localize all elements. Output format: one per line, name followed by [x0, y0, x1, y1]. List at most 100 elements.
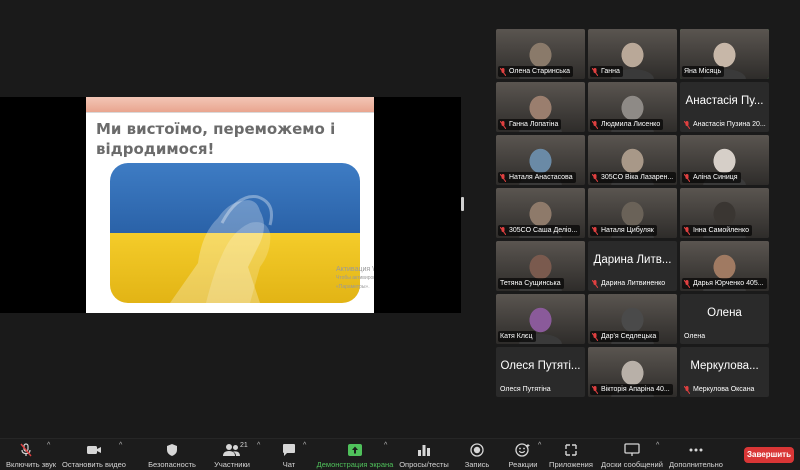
whiteboards-button[interactable]: Доски сообщений [600, 443, 664, 470]
participant-name: Дар'я Седлецька [601, 333, 657, 340]
ukraine-flag-hands-image [110, 163, 360, 303]
unmute-label: Включить звук [6, 460, 57, 469]
participants-options-chevron-icon[interactable]: ^ [257, 442, 260, 449]
record-icon [470, 443, 484, 457]
chat-bubble-icon [283, 444, 295, 456]
participant-tile[interactable]: Ганна [588, 29, 677, 79]
share-screen-button[interactable]: Демонстрация экрана [316, 443, 394, 470]
participant-tile[interactable]: Олена Олена [680, 294, 769, 344]
participant-name: Катя Клєц [500, 333, 533, 340]
participant-name: Яна Місяць [684, 68, 722, 75]
participant-tile[interactable]: Дарья Юрченко 405... [680, 241, 769, 291]
participant-tile[interactable]: Катя Клєц [496, 294, 585, 344]
watermark-title: Активация Windows [336, 266, 374, 273]
participant-tile[interactable]: Анастасія Пу... Анастасія Пузина 20... [680, 82, 769, 132]
participant-name: Вікторія Апаріна 40... [601, 386, 670, 393]
resize-handle[interactable] [461, 197, 464, 211]
stop-video-button[interactable]: Остановить видео [62, 443, 126, 470]
record-button[interactable]: Запись [462, 443, 492, 470]
security-label: Безопасность [148, 460, 196, 469]
participant-display-name: Олена [707, 307, 742, 319]
apps-button[interactable]: Приложения [548, 443, 594, 470]
reactions-button[interactable]: Реакции [506, 443, 540, 470]
reactions-options-chevron-icon[interactable]: ^ [538, 442, 541, 449]
participant-tile[interactable]: Олена Старинська [496, 29, 585, 79]
participant-tile[interactable]: 305СО Віка Лазарен... [588, 135, 677, 185]
participant-name-label: Ганна [590, 66, 623, 77]
participants-label: Участники [214, 460, 250, 469]
participant-name-label: Олена Старинська [498, 66, 574, 77]
participant-tile[interactable]: 305СО Саша Деліо... [496, 188, 585, 238]
whiteboards-options-chevron-icon[interactable]: ^ [656, 442, 659, 449]
polls-button[interactable]: Опросы/тесты [398, 443, 450, 470]
participant-name: 305СО Віка Лазарен... [601, 174, 674, 181]
participant-tile[interactable]: Вікторія Апаріна 40... [588, 347, 677, 397]
microphone-muted-icon [20, 443, 32, 457]
bar-chart-icon [418, 445, 430, 456]
more-button[interactable]: Дополнительно [668, 443, 724, 470]
microphone-muted-icon [684, 120, 690, 129]
share-screen-icon [348, 444, 362, 456]
shield-icon [167, 444, 177, 456]
microphone-muted-icon [500, 67, 506, 76]
participant-name: Тетяна Сущинська [500, 280, 561, 287]
apps-grid-icon [565, 444, 577, 456]
chat-button[interactable]: Чат [276, 443, 302, 470]
participant-name-label: Дарья Юрченко 405... [682, 278, 767, 289]
participant-name: Дарья Юрченко 405... [693, 280, 764, 287]
microphone-muted-icon [684, 279, 690, 288]
end-meeting-button[interactable]: Завершить [744, 447, 794, 463]
watermark-text: Чтобы активировать Windows, перейдите в … [336, 275, 374, 290]
participant-name-label: Вікторія Апаріна 40... [590, 384, 673, 395]
chat-options-chevron-icon[interactable]: ^ [303, 442, 306, 449]
participant-name-label: Олеся Путятіна [498, 384, 554, 395]
participant-name: Олеся Путятіна [500, 386, 551, 393]
participant-tile[interactable]: Ганна Лопатіна [496, 82, 585, 132]
video-options-chevron-icon[interactable]: ^ [119, 442, 122, 449]
polls-label: Опросы/тесты [399, 460, 449, 469]
participant-name: Інна Самойленко [693, 227, 750, 234]
participant-tile[interactable]: Аліна Синиця [680, 135, 769, 185]
participant-name: Аліна Синиця [693, 174, 738, 181]
participant-tile[interactable]: Яна Місяць [680, 29, 769, 79]
microphone-muted-icon [592, 332, 598, 341]
participant-tile[interactable]: Дарина Литв... Дарина Литвиненко [588, 241, 677, 291]
participant-name-label: 305СО Віка Лазарен... [590, 172, 676, 183]
participant-name: Ганна Лопатіна [509, 121, 559, 128]
participant-tile[interactable]: Дар'я Седлецька [588, 294, 677, 344]
participant-display-name: Меркулова... [690, 360, 759, 372]
microphone-muted-icon [500, 173, 506, 182]
participant-name-label: Тетяна Сущинська [498, 278, 564, 289]
participant-name: Дарина Литвиненко [601, 280, 666, 287]
participant-tile[interactable]: Тетяна Сущинська [496, 241, 585, 291]
participant-tile[interactable]: Меркулова... Меркулова Оксана [680, 347, 769, 397]
participant-tile[interactable]: Олеся Путяті... Олеся Путятіна [496, 347, 585, 397]
participants-count: 21 [240, 442, 248, 449]
slide-title: Ми вистоїмо, переможемо і відродимося! [96, 120, 336, 158]
microphone-muted-icon [592, 279, 598, 288]
microphone-muted-icon [592, 120, 598, 129]
security-button[interactable]: Безопасность [146, 443, 198, 470]
windows-activation-watermark: Активация Windows Чтобы активировать Win… [336, 265, 374, 292]
participant-name: Людмила Лисенко [601, 121, 661, 128]
microphone-muted-icon [592, 173, 598, 182]
participant-tile[interactable]: Наталя Цибуляк [588, 188, 677, 238]
slide-header-bar [86, 97, 374, 113]
participant-name-label: 305СО Саша Деліо... [498, 225, 581, 236]
participant-tile[interactable]: Інна Самойленко [680, 188, 769, 238]
participant-name-label: Інна Самойленко [682, 225, 753, 236]
unmute-button[interactable]: Включить звук [6, 443, 57, 470]
share-options-chevron-icon[interactable]: ^ [384, 442, 387, 449]
participant-name-label: Аліна Синиця [682, 172, 741, 183]
record-label: Запись [464, 460, 490, 469]
participant-tile[interactable]: Наталя Анастасова [496, 135, 585, 185]
participant-name-label: Яна Місяць [682, 66, 725, 77]
shared-screen[interactable]: Ми вистоїмо, переможемо і відродимося! А… [0, 97, 461, 313]
participant-name-label: Наталя Цибуляк [590, 225, 657, 236]
participant-name-label: Дарина Литвиненко [590, 278, 668, 289]
stop-video-label: Остановить видео [62, 460, 126, 469]
participant-tile[interactable]: Людмила Лисенко [588, 82, 677, 132]
participant-name-label: Анастасія Пузина 20... [682, 119, 768, 130]
participant-name-label: Катя Клєц [498, 331, 536, 342]
audio-options-chevron-icon[interactable]: ^ [47, 442, 50, 449]
